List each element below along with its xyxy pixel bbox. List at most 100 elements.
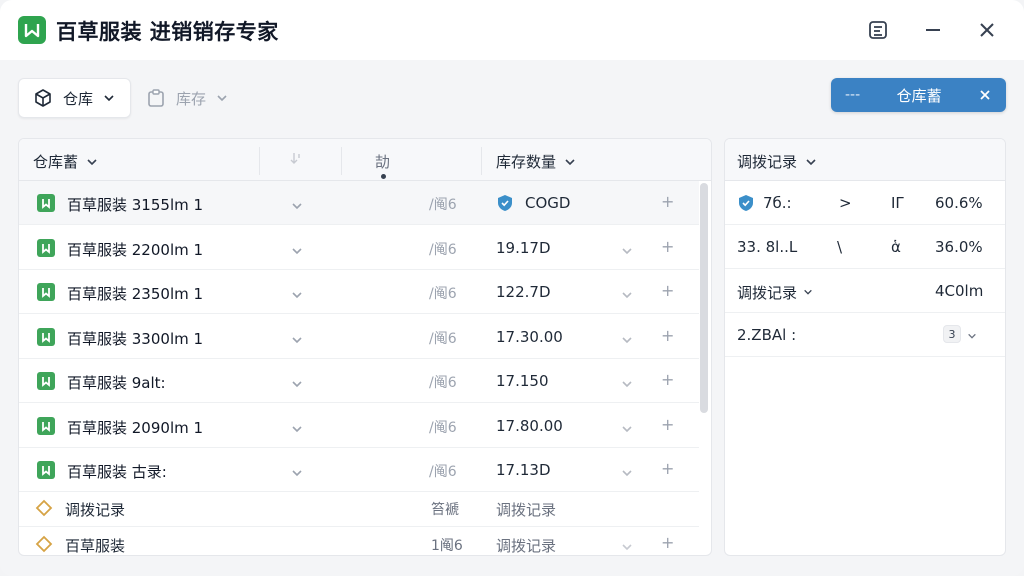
category-row[interactable]: 调拨记录 笞褫 调拨记录 xyxy=(19,491,699,527)
add-icon[interactable]: + xyxy=(661,281,674,300)
column-header-unit[interactable]: 劼 xyxy=(375,151,390,172)
warehouse-dropdown-label: 仓库 xyxy=(63,89,94,108)
category-row[interactable]: 百草服装 1阄6 调拨记录 + xyxy=(19,527,699,556)
stock-qty: 17.80.00 xyxy=(496,416,563,435)
product-icon xyxy=(37,194,55,212)
product-icon xyxy=(37,283,55,301)
add-icon[interactable]: + xyxy=(661,370,674,389)
product-unit: /阄6 xyxy=(429,419,457,436)
category-name: 调拨记录 xyxy=(65,500,126,519)
title-bar: 百草服装 进销销存专家 xyxy=(0,0,1024,60)
cube-icon xyxy=(35,89,51,107)
product-name: 百草服装 古录: xyxy=(67,463,167,481)
scrollbar-thumb[interactable] xyxy=(700,183,708,413)
category-unit: 1阄6 xyxy=(431,537,463,554)
side-panel-header[interactable]: 调拨记录 xyxy=(725,139,1005,181)
product-name: 百草服装 9alt: xyxy=(67,374,166,392)
app-window: 百草服装 进销销存专家 仓库 库存 --- 仓库蓄 仓库蓄 劼 库存数量 百草服… xyxy=(0,0,1024,576)
stock-qty: 122.7D xyxy=(496,283,551,301)
product-unit: /阄6 xyxy=(429,375,457,391)
column-header-stock-qty[interactable]: 库存数量 xyxy=(496,151,576,172)
stock-dropdown-label: 库存 xyxy=(176,89,207,108)
chevron-down-icon xyxy=(565,158,575,165)
warehouse-dropdown[interactable]: 仓库 xyxy=(18,78,131,118)
table-row[interactable]: 百草服装 9alt: /阄6 17.150 + xyxy=(19,359,699,403)
table-row[interactable]: 百草服装 3155lm 1/阄6 COGD + xyxy=(19,181,699,225)
menu-icon xyxy=(869,21,887,39)
add-icon[interactable]: + xyxy=(661,415,674,434)
inventory-table: 仓库蓄 劼 库存数量 百草服装 3155lm 1/阄6 COGD + 百草服装 220… xyxy=(18,138,712,556)
chevron-down-icon[interactable] xyxy=(291,420,303,439)
stock-dropdown[interactable]: 库存 xyxy=(146,82,228,114)
chevron-down-icon[interactable] xyxy=(291,197,303,216)
close-icon xyxy=(980,23,994,37)
product-unit: /阄6 xyxy=(429,330,457,347)
chevron-down-icon[interactable] xyxy=(621,464,633,483)
column-header-sort[interactable] xyxy=(289,151,303,167)
chevron-down-icon[interactable] xyxy=(291,242,303,261)
table-header: 仓库蓄 劼 库存数量 xyxy=(19,139,711,181)
product-icon xyxy=(37,238,55,257)
product-unit: /阄6 xyxy=(429,197,457,213)
product-name: 百草服装 3300lm 1 xyxy=(67,329,204,348)
table-row[interactable]: 百草服装 2200lm 1/阄6 19.17D + xyxy=(19,226,699,270)
side-row[interactable]: 7б.: > ΙΓ 60.6% xyxy=(725,181,1005,225)
chevron-down-icon[interactable] xyxy=(621,375,633,394)
warehouse-primary-button[interactable]: --- 仓库蓄 xyxy=(831,78,1006,112)
chevron-down-icon xyxy=(968,333,976,339)
product-icon xyxy=(37,461,55,479)
side-row[interactable]: 调拨记录 4C0lm xyxy=(725,269,1005,313)
transfer-records-panel: 调拨记录 7б.: > ΙΓ 60.6% 33. 8l..L \ ἁ 36.0%… xyxy=(724,138,1006,556)
product-name: 百草服装 2090lm 1 xyxy=(67,418,204,437)
side-row[interactable]: 33. 8l..L \ ἁ 36.0% xyxy=(725,225,1005,269)
chevron-down-icon[interactable] xyxy=(621,420,633,439)
sort-icon xyxy=(290,153,300,164)
shield-icon xyxy=(739,195,753,211)
table-row[interactable]: 百草服装 2090lm 1/阄6 17.80.00 + xyxy=(19,404,699,448)
table-row[interactable]: 百草服装 古录: /阄6 17.13D + xyxy=(19,448,699,492)
button-prefix: --- xyxy=(845,87,861,103)
add-icon[interactable]: + xyxy=(661,326,674,345)
product-name: 百草服装 2350lm 1 xyxy=(67,285,204,303)
side-row[interactable]: 2.ZBAl : 3 xyxy=(725,313,1005,357)
shield-icon xyxy=(498,195,512,211)
table-row[interactable]: 百草服装 2350lm 1/阄6 122.7D + xyxy=(19,270,699,314)
minimize-button[interactable] xyxy=(917,14,949,46)
column-resize-dot xyxy=(381,174,386,179)
stepper-icon[interactable]: 3 xyxy=(943,325,961,343)
category-qty: 调拨记录 xyxy=(496,536,557,555)
close-window-button[interactable] xyxy=(971,14,1003,46)
chevron-down-icon[interactable] xyxy=(291,331,303,350)
close-icon[interactable] xyxy=(978,88,992,102)
chevron-down-icon[interactable] xyxy=(621,538,633,556)
chevron-down-icon xyxy=(217,95,227,102)
chevron-down-icon xyxy=(804,289,812,295)
app-title: 百草服装 进销销存专家 xyxy=(56,20,279,44)
minimize-icon xyxy=(926,29,940,31)
add-icon[interactable]: + xyxy=(661,237,674,256)
add-icon[interactable]: + xyxy=(661,459,674,478)
product-icon xyxy=(37,327,55,346)
add-icon[interactable]: + xyxy=(661,533,674,552)
chevron-down-icon[interactable] xyxy=(621,331,633,350)
table-row[interactable]: 百草服装 3300lm 1/阄6 17.30.00 + xyxy=(19,315,699,359)
product-unit: /阄6 xyxy=(429,241,457,258)
stock-qty: COGD xyxy=(525,194,571,212)
stock-qty: 17.30.00 xyxy=(496,327,563,346)
chevron-down-icon[interactable] xyxy=(291,464,303,483)
column-header-warehouse[interactable]: 仓库蓄 xyxy=(33,151,98,172)
diamond-icon xyxy=(35,535,53,552)
product-name: 百草服装 3155lm 1 xyxy=(67,196,204,214)
product-icon xyxy=(37,372,55,390)
menu-button[interactable] xyxy=(862,14,894,46)
app-logo-icon xyxy=(18,16,46,44)
chevron-down-icon[interactable] xyxy=(291,286,303,305)
stock-qty: 17.150 xyxy=(496,372,549,390)
clipboard-icon xyxy=(148,89,164,107)
chevron-down-icon[interactable] xyxy=(621,242,633,261)
add-icon[interactable]: + xyxy=(661,192,674,211)
category-name: 百草服装 xyxy=(65,536,126,555)
chevron-down-icon[interactable] xyxy=(291,375,303,394)
chevron-down-icon[interactable] xyxy=(621,286,633,305)
chevron-down-icon xyxy=(806,158,816,165)
